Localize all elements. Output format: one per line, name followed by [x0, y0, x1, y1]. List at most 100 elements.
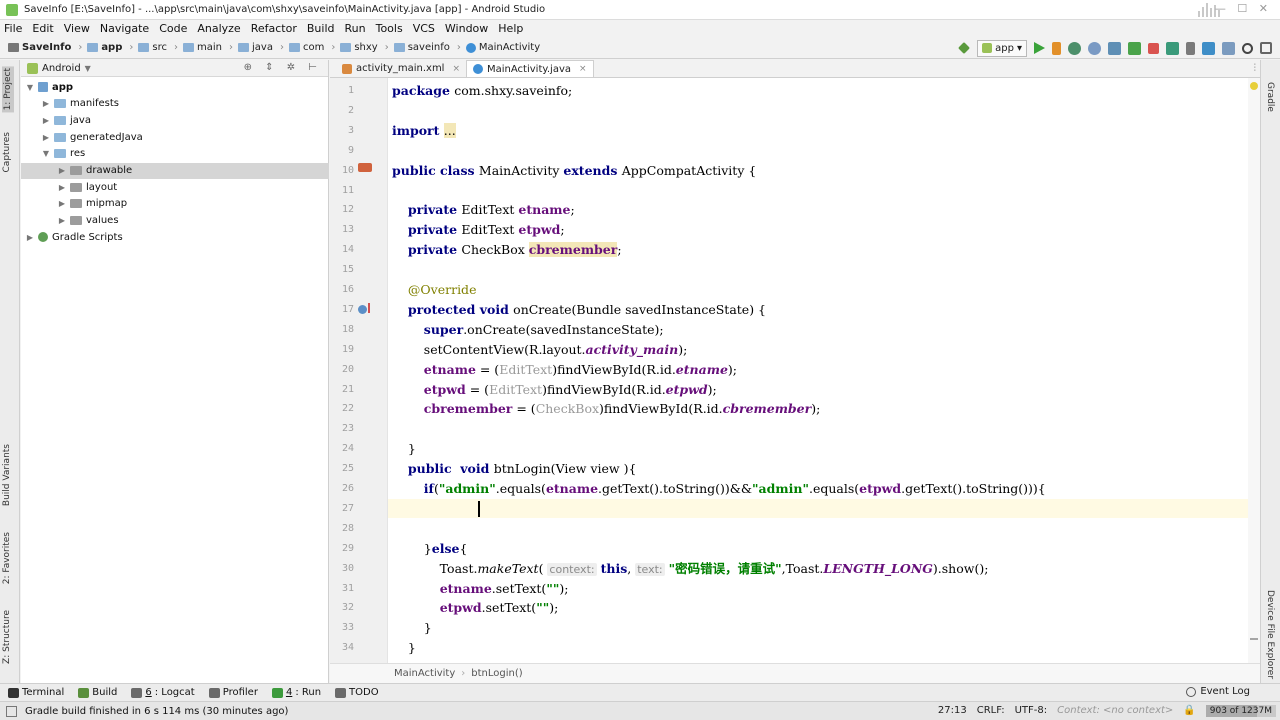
context-indicator[interactable]: Context: <no context>	[1057, 705, 1173, 716]
menu-item-run[interactable]: Run	[345, 22, 366, 35]
stop-icon[interactable]	[1148, 42, 1159, 54]
captures-tool-tab[interactable]: Captures	[2, 132, 12, 172]
code-line[interactable]: private CheckBox cbremember;	[392, 240, 622, 259]
menu-item-analyze[interactable]: Analyze	[197, 22, 240, 35]
tree-item-manifests[interactable]: ▶ manifests	[21, 96, 329, 112]
tree-item-mipmap[interactable]: ▶ mipmap	[21, 196, 329, 212]
menu-item-refactor[interactable]: Refactor	[251, 22, 297, 35]
nav-crumb[interactable]: SaveInfo	[8, 42, 71, 53]
hammer-icon[interactable]	[958, 42, 971, 54]
run-config-select[interactable]: app ▾	[977, 39, 1027, 57]
event-log-button[interactable]: Event Log	[1186, 686, 1250, 697]
nav-crumb[interactable]: › saveinfo	[380, 42, 450, 53]
frame-icon[interactable]	[1260, 42, 1272, 54]
code-line[interactable]: etname.setText("");	[392, 579, 569, 598]
tree-item-layout[interactable]: ▶ layout	[21, 179, 329, 195]
sync-icon[interactable]	[1166, 41, 1179, 55]
chevron-down-icon[interactable]: ▼	[41, 149, 51, 158]
bottom-tool-logcat[interactable]: 6: Logcat	[131, 687, 195, 698]
nav-crumb[interactable]: › MainActivity	[452, 42, 540, 53]
code-line[interactable]: }	[392, 618, 432, 637]
structure-tool-tab[interactable]: Z: Structure	[2, 610, 12, 664]
code-line[interactable]: @Override	[392, 280, 477, 299]
chevron-right-icon[interactable]: ▶	[57, 216, 67, 225]
menu-item-tools[interactable]: Tools	[376, 22, 403, 35]
file-encoding[interactable]: UTF-8:	[1015, 705, 1048, 716]
build-variants-tool-tab[interactable]: Build Variants	[2, 444, 12, 506]
code-line[interactable]: etpwd.setText("");	[392, 598, 559, 617]
chevron-right-icon[interactable]: ▶	[41, 116, 51, 125]
code-line[interactable]: public void btnLogin(View view ){	[392, 459, 637, 478]
nav-crumb[interactable]: › java	[224, 42, 273, 53]
menu-item-help[interactable]: Help	[498, 22, 523, 35]
nav-crumb[interactable]: › shxy	[326, 42, 377, 53]
memory-indicator[interactable]: 903 of 1237M	[1205, 704, 1276, 717]
chevron-right-icon[interactable]: ▶	[25, 233, 35, 242]
breadcrumb-class[interactable]: MainActivity	[394, 668, 455, 679]
nav-crumb[interactable]: › src	[124, 42, 167, 53]
code-line[interactable]: }else{	[392, 539, 468, 558]
chevron-right-icon[interactable]: ▶	[57, 199, 67, 208]
line-separator[interactable]: CRLF:	[977, 705, 1005, 716]
apply-changes-icon[interactable]	[1052, 41, 1061, 55]
nav-crumb[interactable]: › com	[275, 42, 324, 53]
tree-item-values[interactable]: ▶ values	[21, 213, 329, 229]
code-line[interactable]: private EditText etpwd;	[392, 220, 565, 239]
close-icon[interactable]: ×	[579, 64, 587, 74]
chevron-right-icon[interactable]: ▶	[57, 166, 67, 175]
menu-item-code[interactable]: Code	[159, 22, 187, 35]
code-line[interactable]: package com.shxy.saveinfo;	[392, 81, 572, 100]
coverage-icon[interactable]	[1128, 41, 1141, 55]
tab-mainactivity-java[interactable]: MainActivity.java ×	[466, 60, 594, 77]
menu-item-build[interactable]: Build	[307, 22, 335, 35]
code-line[interactable]: protected void onCreate(Bundle savedInst…	[392, 300, 766, 319]
editor-scrollbar[interactable]	[1248, 78, 1260, 663]
tree-item-java[interactable]: ▶ java	[21, 112, 329, 128]
device-file-explorer-tab[interactable]: Device File Explorer	[1265, 590, 1275, 679]
code-line[interactable]: }	[392, 439, 416, 458]
code-line[interactable]: setContentView(R.layout.activity_main);	[392, 340, 688, 359]
status-message[interactable]: Gradle build finished in 6 s 114 ms (30 …	[25, 706, 288, 717]
project-view-select[interactable]: Android	[42, 63, 81, 74]
tree-item-res[interactable]: ▼ res	[21, 146, 329, 162]
menu-item-window[interactable]: Window	[445, 22, 488, 35]
menu-item-vcs[interactable]: VCS	[413, 22, 435, 35]
chevron-right-icon[interactable]: ▶	[57, 183, 67, 192]
tab-activity-main-xml[interactable]: activity_main.xml ×	[336, 60, 466, 77]
bottom-tool-run[interactable]: 4: Run	[271, 687, 321, 698]
tabs-overflow-icon[interactable]: ⫶	[1254, 63, 1257, 74]
chevron-right-icon[interactable]: ▶	[41, 99, 51, 108]
code-line[interactable]: cbremember = (CheckBox)findViewById(R.id…	[392, 399, 821, 418]
project-header-tools[interactable]: ⊕ ⇕ ✲ ⊢	[244, 62, 322, 73]
menu-item-navigate[interactable]: Navigate	[100, 22, 149, 35]
favorites-tool-tab[interactable]: 2: Favorites	[2, 532, 12, 584]
tree-item-generatedjava[interactable]: ▶ generatedJava	[21, 129, 329, 145]
chevron-down-icon[interactable]: ▼	[25, 83, 35, 92]
code-line[interactable]: public class MainActivity extends AppCom…	[392, 161, 756, 180]
debug-icon[interactable]	[1068, 41, 1081, 55]
nav-crumb[interactable]: › main	[169, 42, 222, 53]
code-line[interactable]: etpwd = (EditText)findViewById(R.id.etpw…	[392, 380, 717, 399]
avd-manager-icon[interactable]	[1186, 41, 1195, 55]
code-line[interactable]: private EditText etname;	[392, 200, 575, 219]
bottom-tool-build[interactable]: Build	[78, 687, 117, 698]
menu-item-edit[interactable]: Edit	[32, 22, 53, 35]
gradle-tool-tab[interactable]: Gradle	[1265, 82, 1275, 112]
menu-item-file[interactable]: File	[4, 22, 22, 35]
window-controls[interactable]: — ☐ ✕	[1215, 2, 1272, 15]
structure-icon[interactable]	[1222, 41, 1235, 55]
chevron-right-icon[interactable]: ▶	[41, 133, 51, 142]
code-line[interactable]: etname = (EditText)findViewById(R.id.etn…	[392, 360, 737, 379]
override-icon[interactable]	[358, 304, 367, 314]
tree-item-gradle-scripts[interactable]: ▶ Gradle Scripts	[21, 229, 329, 245]
tool-windows-icon[interactable]	[6, 705, 17, 717]
breadcrumb-method[interactable]: btnLogin()	[471, 668, 522, 679]
nav-crumb[interactable]: › app	[73, 42, 122, 53]
bottom-tool-todo[interactable]: TODO	[335, 687, 379, 698]
code-line[interactable]: }	[392, 638, 416, 657]
chevron-down-icon[interactable]: ▼	[85, 64, 91, 73]
caret-position[interactable]: 27:13	[938, 705, 967, 716]
profile-icon[interactable]	[1088, 41, 1101, 55]
code-editor[interactable]: 1 2 3 9 10 11 12 13 14 15 16 17 18 19 20 21 22 23 24 25 26 27…	[330, 78, 1260, 663]
close-icon[interactable]: ×	[452, 64, 460, 74]
